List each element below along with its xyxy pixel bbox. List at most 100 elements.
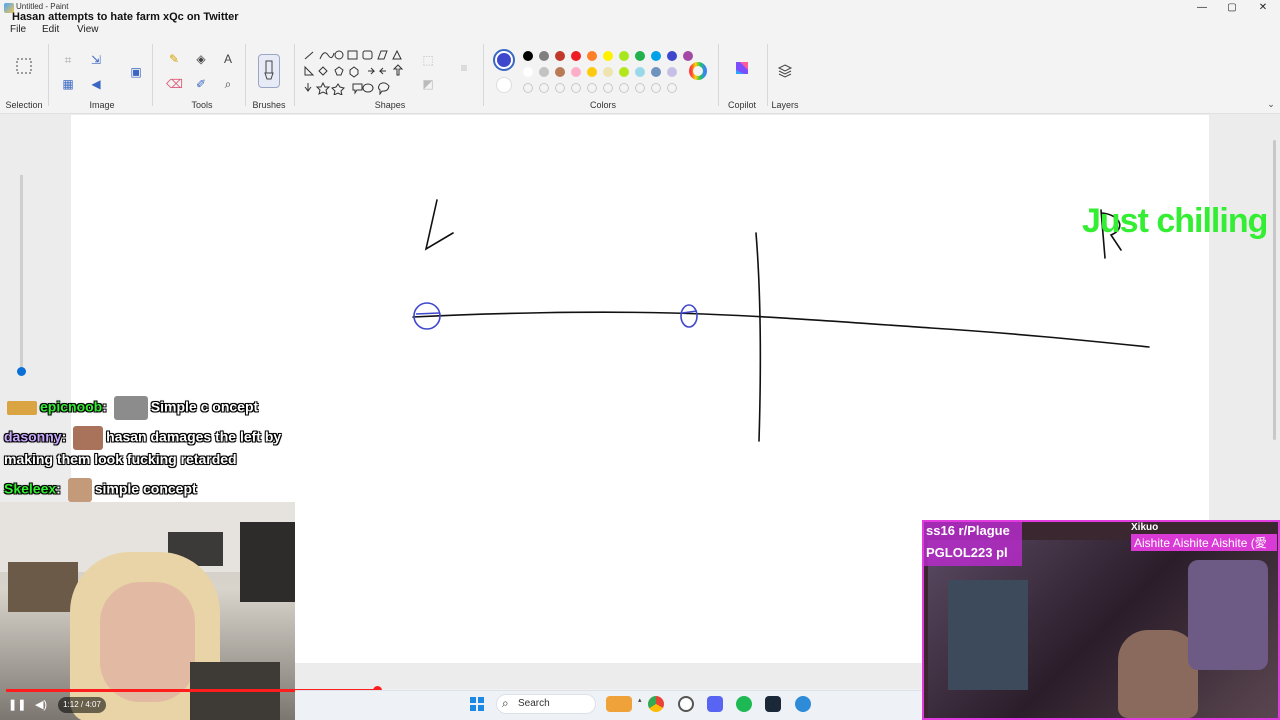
primary-color[interactable] bbox=[493, 49, 515, 71]
minimize-button[interactable]: — bbox=[1192, 1, 1212, 15]
canvas-scrollbar[interactable] bbox=[1273, 140, 1276, 440]
widgets-icon[interactable] bbox=[606, 696, 632, 712]
color-swatch[interactable] bbox=[555, 51, 565, 61]
fill-icon[interactable]: ◈ bbox=[193, 51, 209, 67]
color-swatch[interactable] bbox=[523, 51, 533, 61]
chrome-icon[interactable] bbox=[648, 696, 664, 712]
close-button[interactable]: ✕ bbox=[1253, 1, 1273, 15]
stroke-vertical-line bbox=[755, 232, 762, 442]
color-picker-icon[interactable]: ✐ bbox=[193, 76, 209, 92]
magnifier-icon[interactable]: ⌕ bbox=[220, 76, 236, 92]
chat-username: epicnoob bbox=[40, 398, 103, 415]
group-label-colors: Colors bbox=[589, 100, 616, 110]
stroke-horizontal-line bbox=[412, 311, 1150, 348]
color-swatch[interactable] bbox=[667, 51, 677, 61]
webcam-tv bbox=[240, 522, 295, 602]
edit-colors-icon[interactable] bbox=[689, 62, 707, 80]
selection-icon[interactable] bbox=[15, 57, 33, 75]
zoom-slider[interactable] bbox=[20, 175, 23, 370]
shape-fill-icon[interactable]: ◩ bbox=[420, 76, 436, 92]
custom-color-slot[interactable] bbox=[635, 83, 645, 93]
color-swatch[interactable] bbox=[523, 67, 533, 77]
color-swatch[interactable] bbox=[555, 67, 565, 77]
webcam-face bbox=[100, 582, 195, 702]
discord-icon[interactable] bbox=[707, 696, 723, 712]
collapse-ribbon-icon[interactable]: ⌄ bbox=[1263, 96, 1279, 112]
emote-icon bbox=[113, 396, 148, 420]
custom-color-slot[interactable] bbox=[651, 83, 661, 93]
layers-icon[interactable] bbox=[777, 63, 793, 79]
menu-view[interactable]: View bbox=[77, 24, 99, 35]
color-swatch[interactable] bbox=[651, 51, 661, 61]
pencil-icon[interactable]: ✎ bbox=[166, 51, 182, 67]
group-label-image: Image bbox=[89, 100, 115, 110]
copilot-icon[interactable] bbox=[732, 58, 752, 78]
ribbon-divider bbox=[245, 44, 246, 106]
rotate-icon[interactable]: ◀ bbox=[88, 76, 104, 92]
chat-text: Simple c oncept bbox=[150, 398, 259, 415]
color-swatch[interactable] bbox=[667, 67, 677, 77]
volume-icon[interactable]: ◀) bbox=[33, 697, 49, 713]
outline-icon[interactable]: ⬚ bbox=[420, 52, 436, 68]
stream-overlay-label: Just chilling bbox=[1082, 202, 1268, 240]
eraser-icon[interactable]: ⌫ bbox=[166, 76, 183, 92]
color-swatch[interactable] bbox=[571, 67, 581, 77]
brushes-button[interactable] bbox=[258, 54, 280, 88]
custom-color-slot[interactable] bbox=[587, 83, 597, 93]
app-title: Untitled - Paint bbox=[16, 2, 69, 11]
shapes-gallery[interactable] bbox=[302, 49, 407, 95]
color-swatch[interactable] bbox=[619, 67, 629, 77]
custom-color-slot[interactable] bbox=[619, 83, 629, 93]
custom-color-slot[interactable] bbox=[555, 83, 565, 93]
image-select-icon[interactable]: ▣ bbox=[128, 64, 144, 80]
color-swatch[interactable] bbox=[539, 51, 549, 61]
chat-text: hasan damages the left by bbox=[106, 428, 282, 445]
stroke-l-mark bbox=[424, 199, 454, 251]
color-swatch[interactable] bbox=[587, 67, 597, 77]
color-swatch[interactable] bbox=[603, 67, 613, 77]
chat-overlay: epicnoob: Simple c oncept dasonny: hasan… bbox=[0, 366, 300, 502]
group-label-layers: Layers bbox=[771, 100, 799, 110]
windows-start-icon[interactable] bbox=[469, 696, 485, 712]
color-swatch[interactable] bbox=[539, 67, 549, 77]
color-swatch[interactable] bbox=[651, 67, 661, 77]
size-icon[interactable]: ≡ bbox=[456, 60, 472, 76]
chat-message: dasonny: hasan damages the left by bbox=[4, 426, 281, 450]
color-swatch[interactable] bbox=[571, 51, 581, 61]
color-swatch[interactable] bbox=[635, 67, 645, 77]
taskbar-search-label: Search bbox=[518, 698, 550, 709]
secondary-color[interactable] bbox=[496, 77, 512, 93]
menu-file[interactable]: File bbox=[10, 24, 26, 35]
menu-edit[interactable]: Edit bbox=[42, 24, 59, 35]
browser-icon[interactable] bbox=[795, 696, 811, 712]
secondary-webcam-name: Xikuo bbox=[1131, 522, 1159, 533]
custom-color-slot[interactable] bbox=[667, 83, 677, 93]
maximize-button[interactable]: ▢ bbox=[1222, 1, 1242, 15]
spotify-icon[interactable] bbox=[736, 696, 752, 712]
color-swatch[interactable] bbox=[619, 51, 629, 61]
crop-icon[interactable]: ⌗ bbox=[60, 52, 76, 68]
ribbon-divider bbox=[48, 44, 49, 106]
color-swatch[interactable] bbox=[635, 51, 645, 61]
custom-color-slot[interactable] bbox=[523, 83, 533, 93]
title-bar: Untitled - Paint Hasan attempts to hate … bbox=[0, 0, 1280, 23]
color-swatch[interactable] bbox=[587, 51, 597, 61]
resize-icon[interactable]: ⇲ bbox=[88, 52, 104, 68]
ribbon-divider bbox=[483, 44, 484, 106]
chevron-up-icon[interactable]: ▴ bbox=[638, 696, 646, 712]
group-label-copilot: Copilot bbox=[727, 100, 756, 110]
custom-color-slot[interactable] bbox=[603, 83, 613, 93]
custom-color-slot[interactable] bbox=[539, 83, 549, 93]
app-icon[interactable] bbox=[678, 696, 694, 712]
remove-bg-icon[interactable]: ▦ bbox=[60, 76, 76, 92]
ribbon-divider bbox=[718, 44, 719, 106]
color-swatch[interactable] bbox=[683, 51, 693, 61]
chat-separator: : bbox=[56, 480, 61, 497]
pause-button[interactable]: ❚❚ bbox=[8, 697, 26, 713]
custom-color-slot[interactable] bbox=[571, 83, 581, 93]
ribbon-divider bbox=[294, 44, 295, 106]
color-swatch[interactable] bbox=[603, 51, 613, 61]
steam-icon[interactable] bbox=[765, 696, 781, 712]
text-icon[interactable]: A bbox=[220, 51, 236, 67]
webcam-monitor bbox=[948, 580, 1028, 690]
